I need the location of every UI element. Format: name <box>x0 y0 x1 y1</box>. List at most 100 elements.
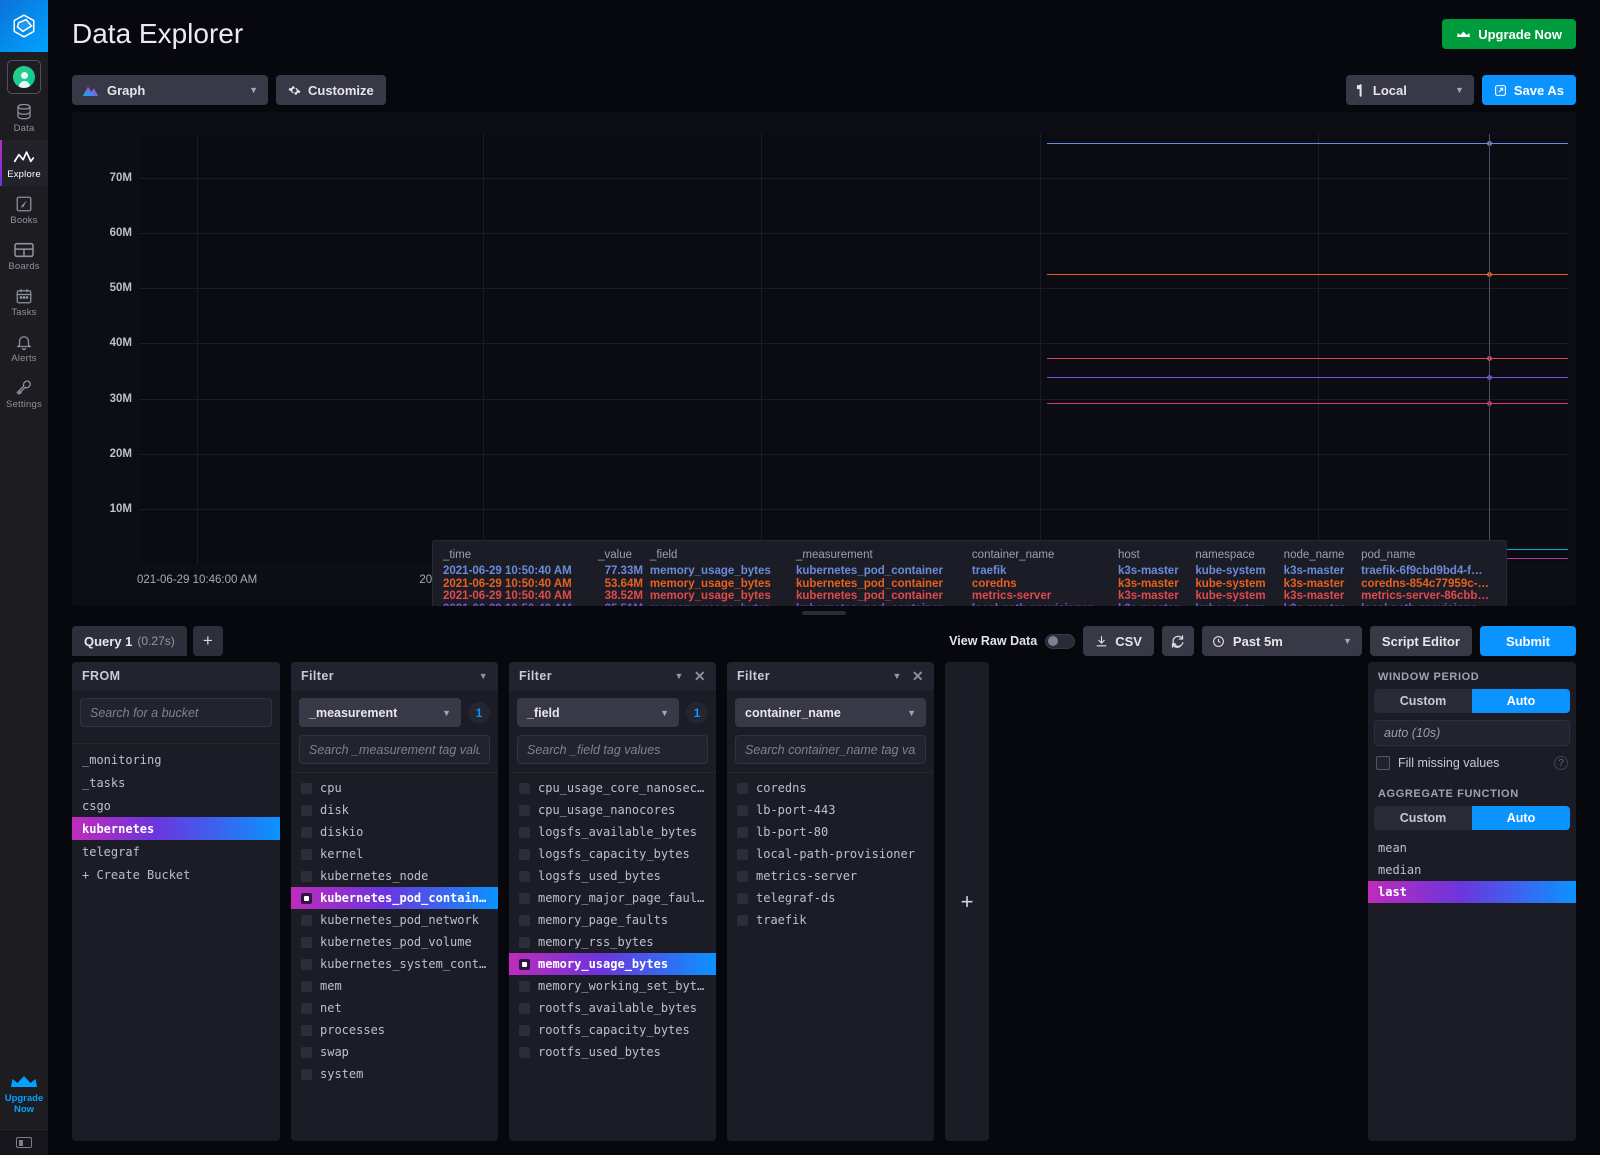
aggregate-function-item[interactable]: mean <box>1368 837 1576 859</box>
bucket-search-input[interactable] <box>80 698 272 727</box>
tag-value-item[interactable]: coredns <box>727 777 934 799</box>
bucket-item[interactable]: kubernetes <box>72 817 280 840</box>
save-as-button[interactable]: Save As <box>1481 75 1576 105</box>
chevron-down-icon[interactable]: ▼ <box>675 671 684 681</box>
tag-value-item[interactable]: kubernetes_pod_container <box>291 887 498 909</box>
query-tab-1[interactable]: Query 1 (0.27s) <box>72 626 187 656</box>
tag-value-item[interactable]: rootfs_available_bytes <box>509 997 716 1019</box>
tag-value-item[interactable]: rootfs_used_bytes <box>509 1041 716 1063</box>
add-query-button[interactable]: + <box>192 626 223 656</box>
aggregate-function-list[interactable]: mean median last <box>1368 837 1576 903</box>
sidebar-item-books[interactable]: Books <box>0 186 48 232</box>
tag-value-item[interactable]: cpu <box>291 777 498 799</box>
window-period-value[interactable]: auto (10s) <box>1374 720 1570 746</box>
tag-value-search-input[interactable] <box>735 735 926 764</box>
user-avatar[interactable] <box>7 60 41 94</box>
close-icon[interactable]: ✕ <box>912 668 924 685</box>
bucket-item[interactable]: csgo <box>72 794 280 817</box>
sidebar-item-alerts[interactable]: Alerts <box>0 324 48 370</box>
create-bucket-button[interactable]: + Create Bucket <box>72 863 280 886</box>
tag-value-item[interactable]: diskio <box>291 821 498 843</box>
chart-plot-area[interactable]: 70M 60M 50M 40M 30M 20M 10M 021-06-29 10:46:00 … <box>110 134 1568 586</box>
tag-key-dropdown[interactable]: _measurement ▼ <box>299 698 461 727</box>
tag-value-item[interactable]: lb-port-80 <box>727 821 934 843</box>
tag-value-item[interactable]: cpu_usage_nanocores <box>509 799 716 821</box>
question-mark-icon[interactable]: ? <box>1554 756 1568 770</box>
bucket-list[interactable]: _monitoring _tasks csgo kubernetes telegraf +… <box>72 743 280 1141</box>
tag-value-item[interactable]: kubernetes_system_contain… <box>291 953 498 975</box>
customize-button[interactable]: Customize <box>276 75 386 105</box>
aggregate-custom-option[interactable]: Custom <box>1374 806 1472 830</box>
aggregate-mode-toggle[interactable]: Custom Auto <box>1374 806 1570 830</box>
tag-value-item[interactable]: mem <box>291 975 498 997</box>
tag-value-item[interactable]: lb-port-443 <box>727 799 934 821</box>
tag-value-item[interactable]: kubernetes_pod_volume <box>291 931 498 953</box>
tag-value-item[interactable]: logsfs_available_bytes <box>509 821 716 843</box>
tag-value-search-input[interactable] <box>517 735 708 764</box>
influx-logo-icon[interactable] <box>0 0 48 52</box>
tag-value-item[interactable]: memory_page_faults <box>509 909 716 931</box>
table-cell: local-path-provisioner-5ff76fc… <box>1361 603 1496 607</box>
tag-value-item[interactable]: kubernetes_pod_network <box>291 909 498 931</box>
tag-value-list[interactable]: cpu_usage_core_nanoseconds cpu_usage_nano… <box>509 772 716 1141</box>
tag-value-list[interactable]: coredns lb-port-443 lb-port-80 local-path-p… <box>727 772 934 1141</box>
window-period-mode-toggle[interactable]: Custom Auto <box>1374 689 1570 713</box>
tag-value-item[interactable]: system <box>291 1063 498 1085</box>
filter-panel-field: Filter ▼ ✕ _field ▼ 1 cpu_usage_core_nan… <box>509 662 716 1141</box>
fill-missing-values-checkbox[interactable] <box>1376 756 1390 770</box>
refresh-button[interactable] <box>1161 626 1194 656</box>
time-range-dropdown[interactable]: Past 5m ▼ <box>1201 626 1362 656</box>
bucket-item[interactable]: _monitoring <box>72 748 280 771</box>
bucket-item[interactable]: _tasks <box>72 771 280 794</box>
sidebar-item-data[interactable]: Data <box>0 94 48 140</box>
tag-value-item[interactable]: traefik <box>727 909 934 931</box>
view-raw-data-toggle[interactable] <box>1045 633 1076 649</box>
submit-button[interactable]: Submit <box>1479 626 1576 656</box>
column-header: container_name <box>971 549 1055 561</box>
tag-value-item[interactable]: local-path-provisioner <box>727 843 934 865</box>
tag-value-item[interactable]: kubernetes_node <box>291 865 498 887</box>
close-icon[interactable]: ✕ <box>694 668 706 685</box>
sidebar-item-explore[interactable]: Explore <box>0 140 48 186</box>
tag-value-item[interactable]: memory_working_set_bytes <box>509 975 716 997</box>
tag-value-item[interactable]: memory_major_page_faults <box>509 887 716 909</box>
tag-value-item[interactable]: memory_usage_bytes <box>509 953 716 975</box>
chevron-down-icon[interactable]: ▼ <box>893 671 902 681</box>
bucket-item[interactable]: telegraf <box>72 840 280 863</box>
tag-value-item[interactable]: telegraf-ds <box>727 887 934 909</box>
graph-panel[interactable]: 70M 60M 50M 40M 30M 20M 10M 021-06-29 10:46:00 … <box>72 112 1576 606</box>
tag-value-item[interactable]: swap <box>291 1041 498 1063</box>
add-filter-button[interactable]: + <box>945 662 989 1141</box>
timezone-dropdown[interactable]: Local ▼ <box>1345 75 1474 105</box>
sidebar-item-settings[interactable]: Settings <box>0 370 48 416</box>
tag-key-dropdown[interactable]: container_name ▼ <box>735 698 926 727</box>
tag-value-item[interactable]: kernel <box>291 843 498 865</box>
panel-resize-handle[interactable] <box>48 606 1600 620</box>
aggregate-auto-option[interactable]: Auto <box>1472 806 1570 830</box>
sidebar-item-boards[interactable]: Boards <box>0 232 48 278</box>
aggregate-function-item[interactable]: last <box>1368 881 1576 903</box>
visualization-type-dropdown[interactable]: Graph ▼ <box>72 75 268 105</box>
tag-value-item[interactable]: memory_rss_bytes <box>509 931 716 953</box>
tag-value-item[interactable]: logsfs_capacity_bytes <box>509 843 716 865</box>
tag-value-item[interactable]: metrics-server <box>727 865 934 887</box>
nav-upgrade-button[interactable]: Upgrade Now <box>5 1074 43 1129</box>
tag-value-item[interactable]: cpu_usage_core_nanoseconds <box>509 777 716 799</box>
tag-key-dropdown[interactable]: _field ▼ <box>517 698 679 727</box>
chevron-down-icon[interactable]: ▼ <box>479 671 488 681</box>
script-editor-button[interactable]: Script Editor <box>1369 626 1472 656</box>
window-period-auto-option[interactable]: Auto <box>1472 689 1570 713</box>
tag-value-item[interactable]: processes <box>291 1019 498 1041</box>
tag-value-item[interactable]: rootfs_capacity_bytes <box>509 1019 716 1041</box>
tag-value-item[interactable]: logsfs_used_bytes <box>509 865 716 887</box>
sidebar-item-tasks[interactable]: Tasks <box>0 278 48 324</box>
aggregate-function-item[interactable]: median <box>1368 859 1576 881</box>
tag-value-item[interactable]: net <box>291 997 498 1019</box>
window-period-custom-option[interactable]: Custom <box>1374 689 1472 713</box>
collapse-panel-icon[interactable] <box>0 1129 48 1155</box>
tag-value-list[interactable]: cpu disk diskio kernel kubernetes_node kubern… <box>291 772 498 1141</box>
upgrade-now-button[interactable]: Upgrade Now <box>1442 19 1576 49</box>
csv-download-button[interactable]: CSV <box>1083 626 1154 656</box>
tag-value-search-input[interactable] <box>299 735 490 764</box>
tag-value-item[interactable]: disk <box>291 799 498 821</box>
